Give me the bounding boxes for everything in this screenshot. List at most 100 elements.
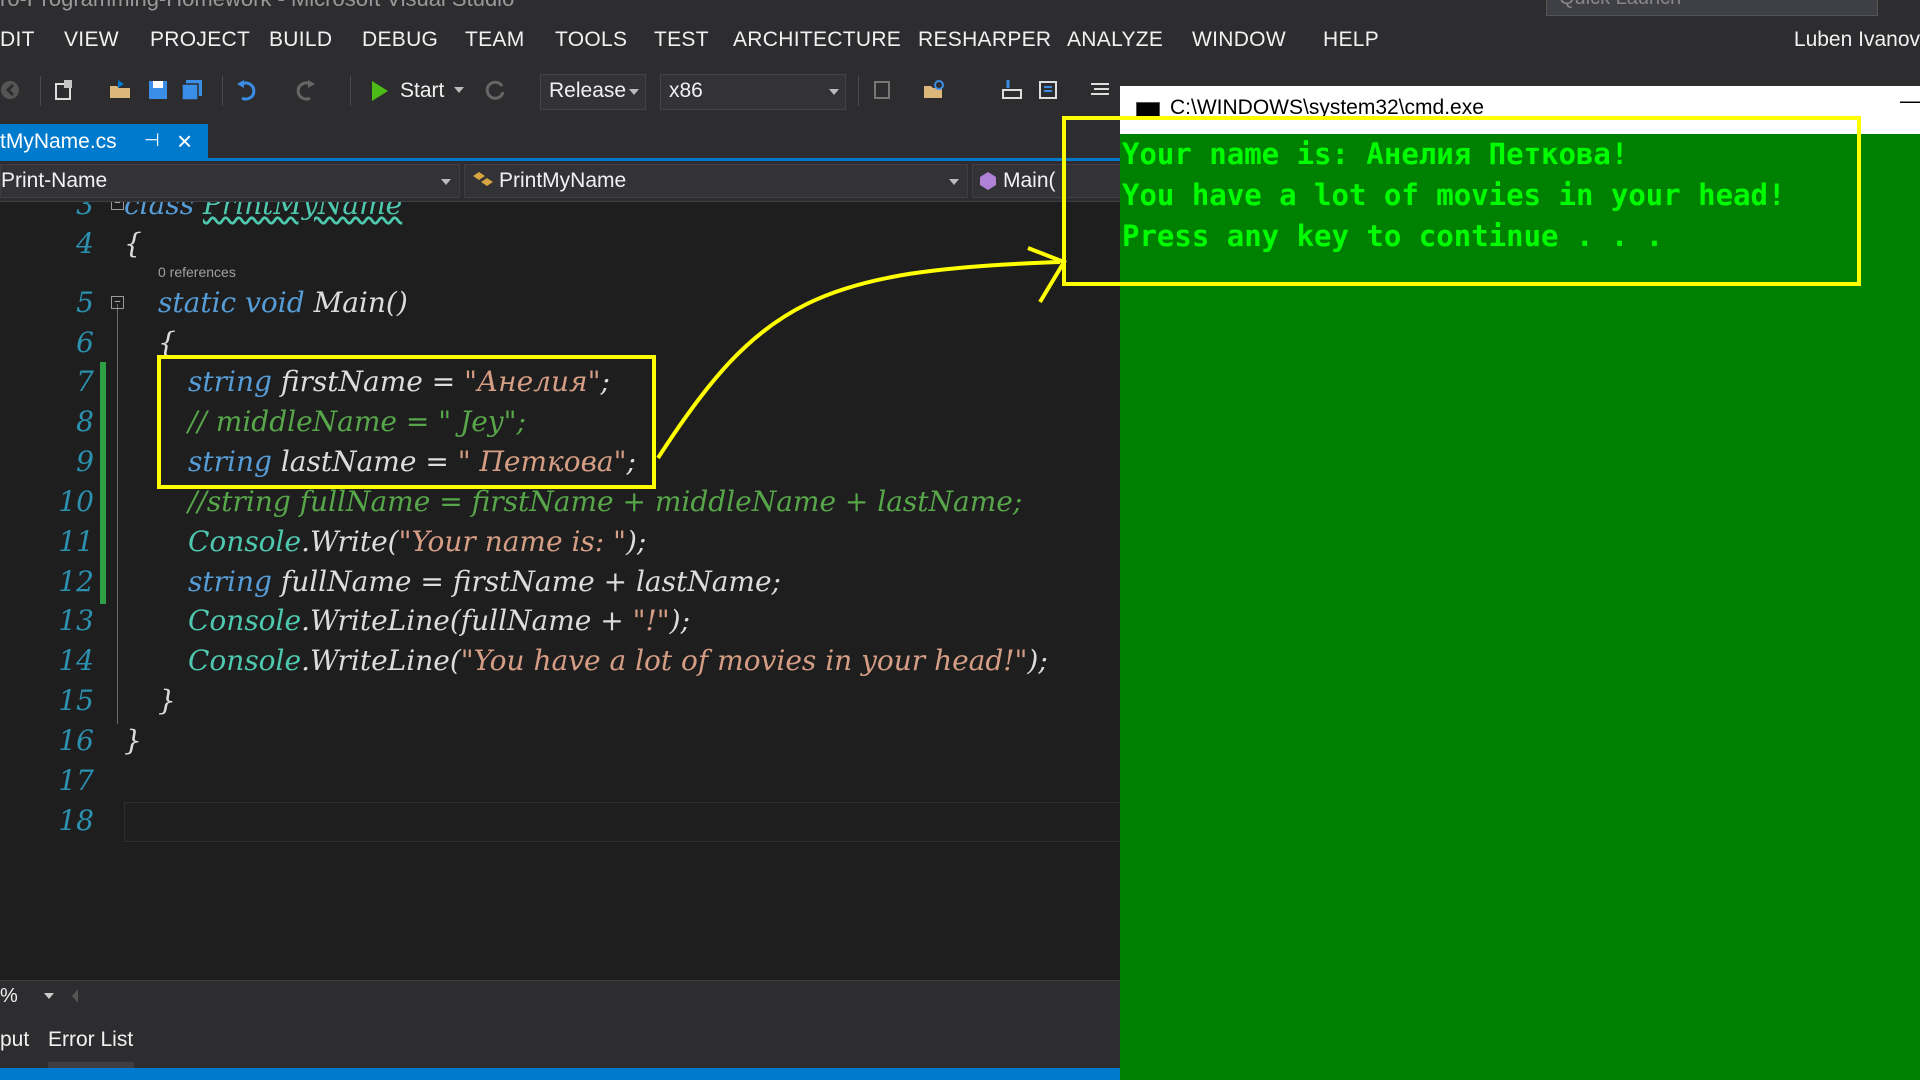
toolbar-separator <box>350 76 351 106</box>
menu-view[interactable]: VIEW <box>64 28 119 52</box>
line-number: 7 <box>76 365 94 398</box>
member-dropdown-value: Main( <box>1003 169 1056 192</box>
quick-launch-placeholder: Quick Launch <box>1559 0 1681 10</box>
code-line-writeline-movies: Console.WriteLine("You have a lot of mov… <box>188 644 1048 677</box>
menu-debug[interactable]: DEBUG <box>362 28 438 52</box>
line-number: 6 <box>76 326 94 359</box>
attach-icon[interactable] <box>870 78 894 102</box>
close-icon[interactable]: × <box>177 126 192 157</box>
output-highlight-box <box>1062 116 1861 286</box>
tab-printmyname-cs[interactable]: tMyName.cs ⊣ × <box>0 124 208 160</box>
platform-value: x86 <box>669 79 703 102</box>
zoom-level[interactable]: % <box>0 985 18 1008</box>
status-bar <box>0 1068 1120 1080</box>
line-number: 4 <box>76 227 94 260</box>
code-editor[interactable]: 3 4 5 6 7 8 9 10 11 12 13 14 15 16 17 18… <box>0 202 1120 980</box>
menu-bar: DIT VIEW PROJECT BUILD DEBUG TEAM TOOLS … <box>0 18 1920 68</box>
platform-select[interactable]: x86 <box>660 74 846 110</box>
menu-tools[interactable]: TOOLS <box>555 28 627 52</box>
line-number: 8 <box>76 405 94 438</box>
redo-icon[interactable] <box>294 78 318 102</box>
configuration-value: Release <box>549 79 627 102</box>
collapse-icon[interactable]: − <box>111 202 124 210</box>
chevron-down-icon <box>829 89 839 95</box>
step-into-icon[interactable] <box>1000 78 1024 102</box>
collapse-icon[interactable]: − <box>111 296 124 309</box>
line-number: 12 <box>58 565 94 598</box>
line-number: 16 <box>58 724 94 757</box>
code-line-close-brace: } <box>124 724 142 757</box>
toolbar-separator <box>40 76 41 106</box>
chevron-down-icon[interactable] <box>44 993 54 1001</box>
navigate-back-icon[interactable] <box>0 78 24 102</box>
window-title: ro-Programming-Homework - Microsoft Visu… <box>0 0 514 12</box>
chevron-down-icon <box>454 87 465 93</box>
keyword-class: class <box>124 202 203 221</box>
line-number: 15 <box>58 684 94 717</box>
menu-analyze[interactable]: ANALYZE <box>1067 28 1163 52</box>
tab-label: tMyName.cs <box>0 130 117 153</box>
menu-resharper[interactable]: RESHARPER <box>918 28 1051 52</box>
method-icon <box>980 172 996 190</box>
menu-window[interactable]: WINDOW <box>1192 28 1286 52</box>
menu-project[interactable]: PROJECT <box>150 28 250 52</box>
editor-scrollbar[interactable]: % <box>0 980 1120 1013</box>
code-highlight-box <box>157 355 656 489</box>
code-line-class: class PrintMyName <box>124 202 402 221</box>
line-number: 18 <box>58 804 94 837</box>
restart-icon[interactable] <box>484 78 508 102</box>
open-folder-icon[interactable] <box>108 78 132 102</box>
class-dropdown[interactable]: PrintMyName <box>464 164 968 198</box>
title-bar: ro-Programming-Homework - Microsoft Visu… <box>0 0 1920 18</box>
line-number: 9 <box>76 445 94 478</box>
change-indicator <box>100 362 106 604</box>
code-line-write: Console.Write("Your name is: "); <box>188 525 647 558</box>
code-line-fullname-comment: //string fullName = firstName + middleNa… <box>188 485 1023 518</box>
tool-window-tabs: put Error List <box>0 1012 1120 1068</box>
step-over-icon[interactable] <box>1036 78 1060 102</box>
outline-guide <box>117 304 118 724</box>
start-label: Start <box>400 79 445 102</box>
code-line-writeline-fullname: Console.WriteLine(fullName + "!"); <box>188 604 691 637</box>
navigation-bar: Print-Name PrintMyName Main( <box>0 161 1134 202</box>
menu-architecture[interactable]: ARCHITECTURE <box>733 28 901 52</box>
menu-team[interactable]: TEAM <box>465 28 525 52</box>
project-dropdown-value: Print-Name <box>1 169 108 192</box>
class-dropdown-value: PrintMyName <box>499 169 627 192</box>
code-line-fullname: string fullName = firstName + lastName; <box>188 565 781 598</box>
find-in-files-icon[interactable] <box>922 78 946 102</box>
tab-output[interactable]: put <box>0 1028 29 1052</box>
line-number: 10 <box>58 485 94 518</box>
tab-error-list[interactable]: Error List <box>48 1028 133 1052</box>
save-icon[interactable] <box>146 78 170 102</box>
codelens-references[interactable]: 0 references <box>158 264 236 280</box>
code-line-open-brace: { <box>124 227 142 260</box>
line-number: 11 <box>58 525 94 558</box>
chevron-down-icon <box>441 179 451 185</box>
code-line-main: static void Main() <box>158 286 408 319</box>
scroll-left-icon[interactable] <box>70 989 80 1003</box>
comment-lines-icon[interactable] <box>1088 78 1112 102</box>
minimize-icon[interactable]: — <box>1900 88 1920 114</box>
undo-icon[interactable] <box>234 78 258 102</box>
menu-edit[interactable]: DIT <box>0 28 35 52</box>
user-name[interactable]: Luben Ivanov <box>1794 28 1920 52</box>
line-number: 13 <box>58 604 94 637</box>
method-name: Main() <box>313 286 408 319</box>
current-line-highlight <box>124 802 1120 842</box>
new-project-icon[interactable] <box>52 78 76 102</box>
save-all-icon[interactable] <box>180 78 204 102</box>
pin-icon[interactable]: ⊣ <box>144 130 160 151</box>
menu-test[interactable]: TEST <box>654 28 709 52</box>
chevron-down-icon <box>629 89 639 95</box>
line-number: 14 <box>58 644 94 677</box>
project-dropdown[interactable]: Print-Name <box>0 164 460 198</box>
line-number: 5 <box>76 286 94 319</box>
quick-launch-input[interactable]: Quick Launch <box>1546 0 1878 16</box>
configuration-select[interactable]: Release <box>540 74 646 110</box>
menu-help[interactable]: HELP <box>1323 28 1379 52</box>
class-icon <box>473 172 493 186</box>
start-debugging-button[interactable]: Start <box>370 74 465 108</box>
menu-build[interactable]: BUILD <box>269 28 332 52</box>
toolbar-separator <box>222 76 223 106</box>
